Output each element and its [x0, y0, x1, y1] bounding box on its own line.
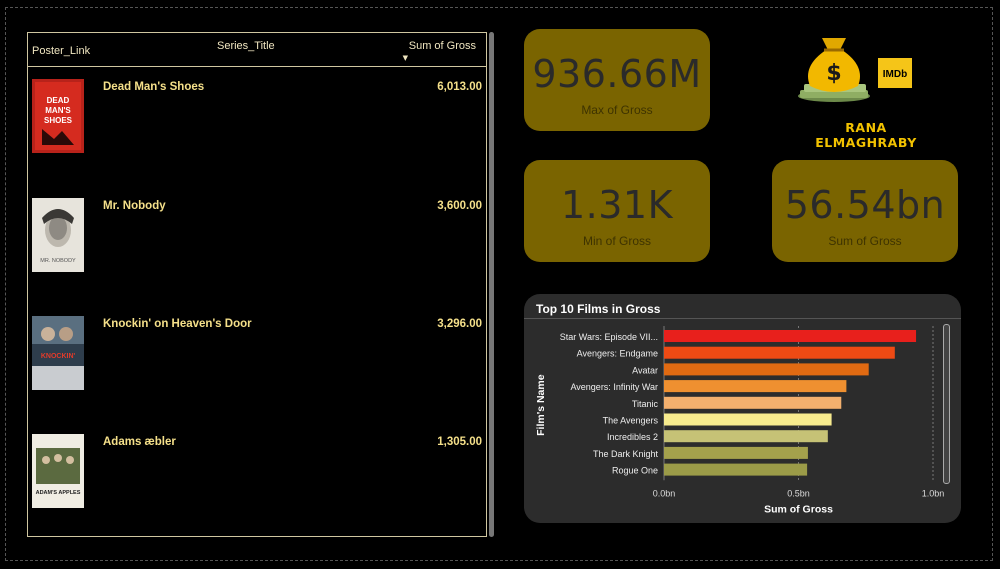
svg-text:MAN'S: MAN'S [45, 106, 71, 115]
table-row[interactable]: KNOCKIN' Knockin' on Heaven's Door 3,296… [28, 304, 486, 422]
poster-image: DEAD MAN'S SHOES [32, 79, 84, 153]
y-axis-label: Film's Name [535, 374, 547, 436]
bar[interactable] [664, 430, 828, 443]
kpi-label: Max of Gross [581, 103, 653, 117]
kpi-card-min-gross[interactable]: 1.31K Min of Gross [524, 160, 710, 262]
bar[interactable] [664, 330, 917, 342]
imdb-badge: IMDb [883, 69, 907, 80]
x-tick-label: 0.0bn [653, 488, 676, 498]
gross-table[interactable]: Poster_Link Series_Title Sum of Gross ▼ … [27, 32, 487, 537]
kpi-label: Sum of Gross [828, 234, 902, 248]
kpi-value: 1.31K [560, 183, 674, 227]
x-tick-label: 0.5bn [787, 488, 810, 498]
series-title: Knockin' on Heaven's Door [103, 318, 252, 330]
bar[interactable] [664, 396, 842, 409]
table-header: Poster_Link Series_Title Sum of Gross ▼ [28, 33, 486, 67]
svg-text:KNOCKIN': KNOCKIN' [41, 353, 76, 360]
poster-image: ADAM'S APPLES [32, 434, 84, 508]
svg-text:ADAM'S APPLES: ADAM'S APPLES [36, 490, 81, 496]
top10-chart-panel[interactable]: Top 10 Films in Gross 0.0bn 0.5bn 1.0bn Sta… [524, 294, 961, 523]
series-title: Adams æbler [103, 436, 176, 448]
sort-descending-icon[interactable]: ▼ [403, 54, 408, 62]
gross-value: 1,305.00 [437, 436, 482, 448]
logo: $ IMDb RANA ELMAGHRABY [796, 28, 936, 150]
svg-text:MR. NOBODY: MR. NOBODY [40, 258, 76, 264]
table-row[interactable]: DEAD MAN'S SHOES Dead Man's Shoes 6,013.… [28, 67, 486, 185]
kpi-card-sum-gross[interactable]: 56.54bn Sum of Gross [772, 160, 958, 262]
table-row[interactable]: ADAM'S APPLES Adams æbler 1,305.00 [28, 422, 486, 540]
bar[interactable] [664, 463, 808, 476]
x-tick-label: 1.0bn [922, 488, 945, 498]
gross-value: 6,013.00 [437, 81, 482, 93]
bar-chart: 0.0bn 0.5bn 1.0bn Star Wars: Episode VII...… [535, 326, 945, 515]
bar[interactable] [664, 446, 808, 459]
table-row[interactable]: MR. NOBODY Mr. Nobody 3,600.00 [28, 186, 486, 304]
y-category-label: Star Wars: Episode VII... [560, 332, 658, 342]
y-category-label: The Avengers [603, 416, 659, 426]
kpi-value: 56.54bn [784, 183, 946, 227]
series-title: Dead Man's Shoes [103, 81, 205, 93]
y-category-label: Avengers: Infinity War [570, 382, 658, 392]
poster-image: MR. NOBODY [32, 198, 84, 272]
header-series-title[interactable]: Series_Title [217, 40, 275, 52]
bar[interactable] [664, 380, 847, 393]
dollar-sign: $ [826, 61, 841, 86]
kpi-value: 936.66M [532, 52, 702, 96]
y-category-label: The Dark Knight [593, 449, 659, 459]
kpi-card-max-gross[interactable]: 936.66M Max of Gross [524, 29, 710, 131]
y-category-label: Titanic [632, 399, 659, 409]
y-category-label: Rogue One [612, 466, 658, 476]
series-title: Mr. Nobody [103, 200, 166, 212]
table-scrollbar-thumb[interactable] [489, 32, 494, 537]
y-category-label: Avengers: Endgame [577, 349, 658, 359]
poster-image: KNOCKIN' [32, 316, 84, 390]
svg-text:SHOES: SHOES [44, 116, 73, 125]
gross-value: 3,600.00 [437, 200, 482, 212]
logo-caption: RANA ELMAGHRABY [815, 120, 917, 150]
gross-value: 3,296.00 [437, 318, 482, 330]
chart-scrollbar[interactable] [943, 324, 950, 484]
y-category-label: Avatar [632, 365, 658, 375]
header-sum-of-gross[interactable]: Sum of Gross [409, 40, 476, 52]
kpi-label: Min of Gross [582, 234, 651, 248]
svg-text:DEAD: DEAD [47, 96, 70, 105]
bar[interactable] [664, 413, 832, 426]
y-category-label: Incredibles 2 [607, 432, 658, 442]
x-axis-label: Sum of Gross [764, 503, 833, 515]
money-bag-icon: $ IMDb [798, 38, 912, 102]
bar[interactable] [664, 363, 869, 376]
bar[interactable] [664, 346, 895, 359]
